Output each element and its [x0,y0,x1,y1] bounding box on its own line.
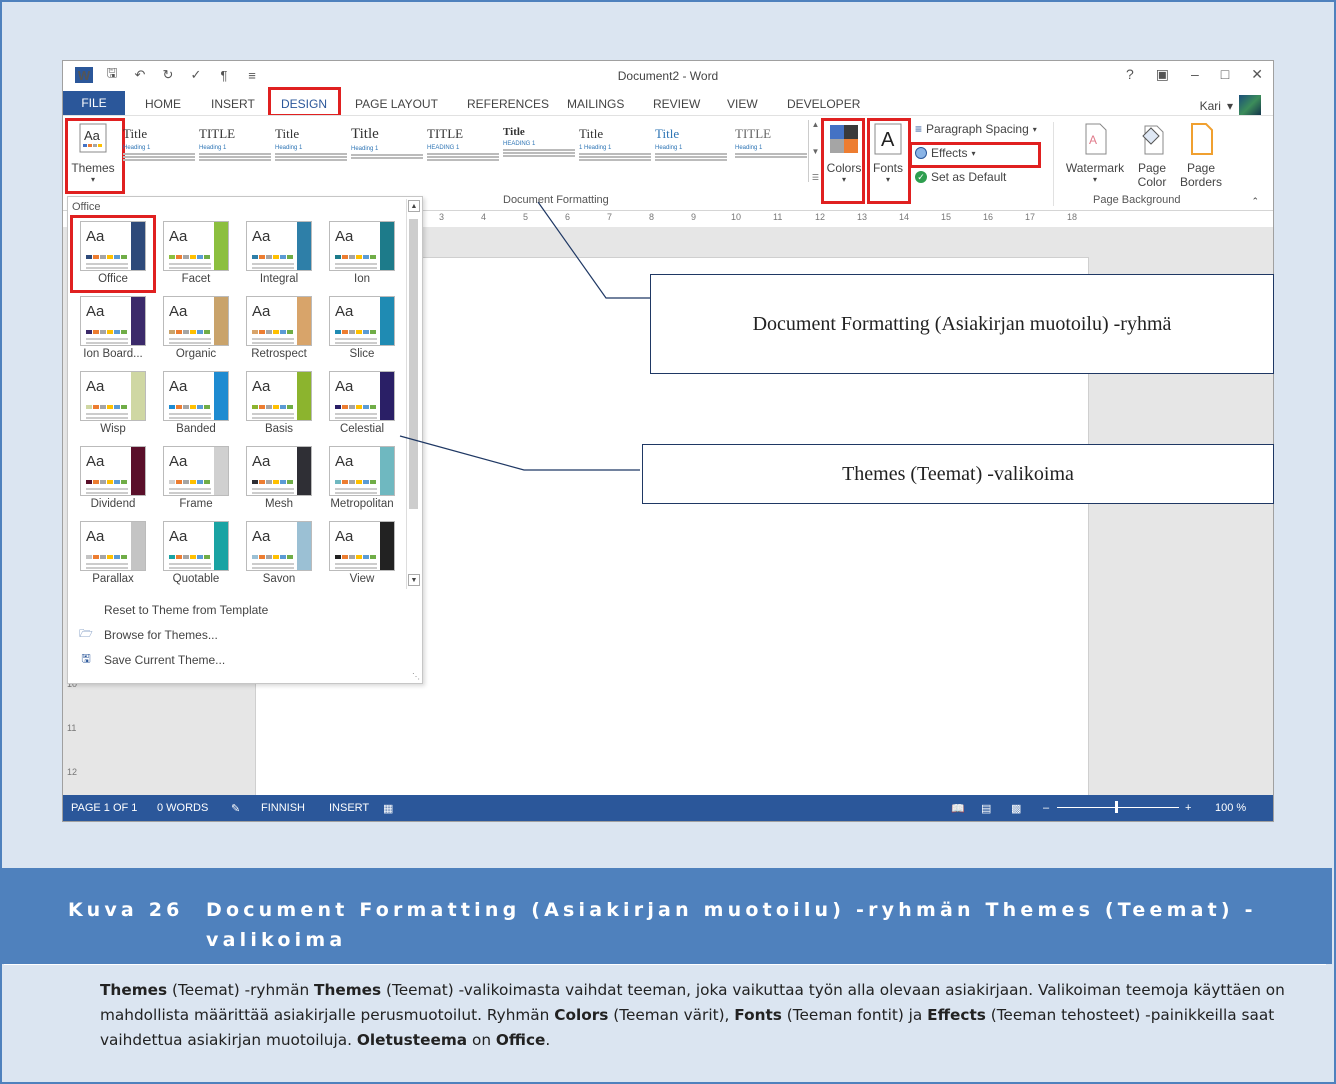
callout-document-formatting: Document Formatting (Asiakirjan muotoilu… [650,274,1274,374]
caption-text: Document Formatting (Asiakirjan muotoilu… [206,899,1257,951]
leader-line-themes-gallery [399,435,640,471]
callout-themes-gallery: Themes (Teemat) -valikoima [642,444,1274,504]
caption-number: Kuva 26 [68,899,184,921]
leader-line-document-formatting [537,201,650,299]
body-paragraph: Themes (Teemat) -ryhmän Themes (Teemat) … [100,981,1285,1049]
